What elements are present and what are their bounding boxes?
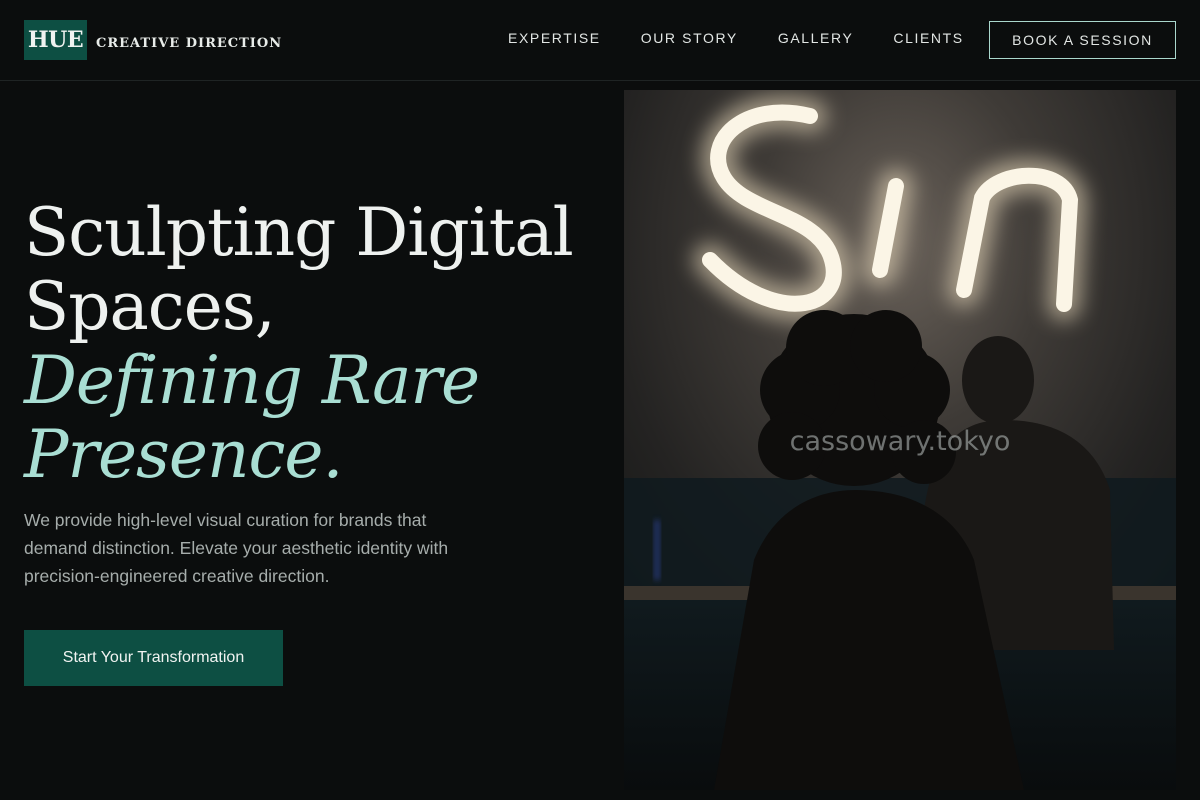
site-header: HUE CREATIVE DIRECTION EXPERTISE OUR STO… bbox=[0, 0, 1200, 81]
landing-page: HUE CREATIVE DIRECTION EXPERTISE OUR STO… bbox=[0, 0, 1200, 800]
start-transformation-button[interactable]: Start Your Transformation bbox=[24, 630, 283, 686]
main-nav: EXPERTISE OUR STORY GALLERY CLIENTS bbox=[508, 30, 1004, 46]
nav-item-clients[interactable]: CLIENTS bbox=[893, 30, 963, 46]
hero-title: Sculpting Digital Spaces, Defining Rare … bbox=[24, 196, 604, 492]
hero-description: We provide high-level visual curation fo… bbox=[24, 510, 449, 586]
logo-mark: HUE bbox=[24, 20, 87, 60]
brand-logo[interactable]: HUE CREATIVE DIRECTION bbox=[24, 20, 282, 60]
nav-item-our-story[interactable]: OUR STORY bbox=[641, 30, 738, 46]
nav-item-gallery[interactable]: GALLERY bbox=[778, 30, 854, 46]
photo-watermark: cassowary.tokyo bbox=[789, 426, 1011, 457]
hero-title-line-1: Sculpting Digital bbox=[24, 194, 574, 271]
nav-item-expertise[interactable]: EXPERTISE bbox=[508, 30, 601, 46]
hero-title-accent-2: Presence. bbox=[24, 416, 343, 493]
hero-title-line-2: Spaces, bbox=[24, 268, 276, 345]
hero-title-accent-1: Defining Rare bbox=[24, 342, 480, 419]
hero-photo: cassowary.tokyo bbox=[624, 90, 1176, 790]
book-session-button[interactable]: BOOK A SESSION bbox=[989, 21, 1176, 59]
logo-subtitle: CREATIVE DIRECTION bbox=[96, 35, 283, 51]
